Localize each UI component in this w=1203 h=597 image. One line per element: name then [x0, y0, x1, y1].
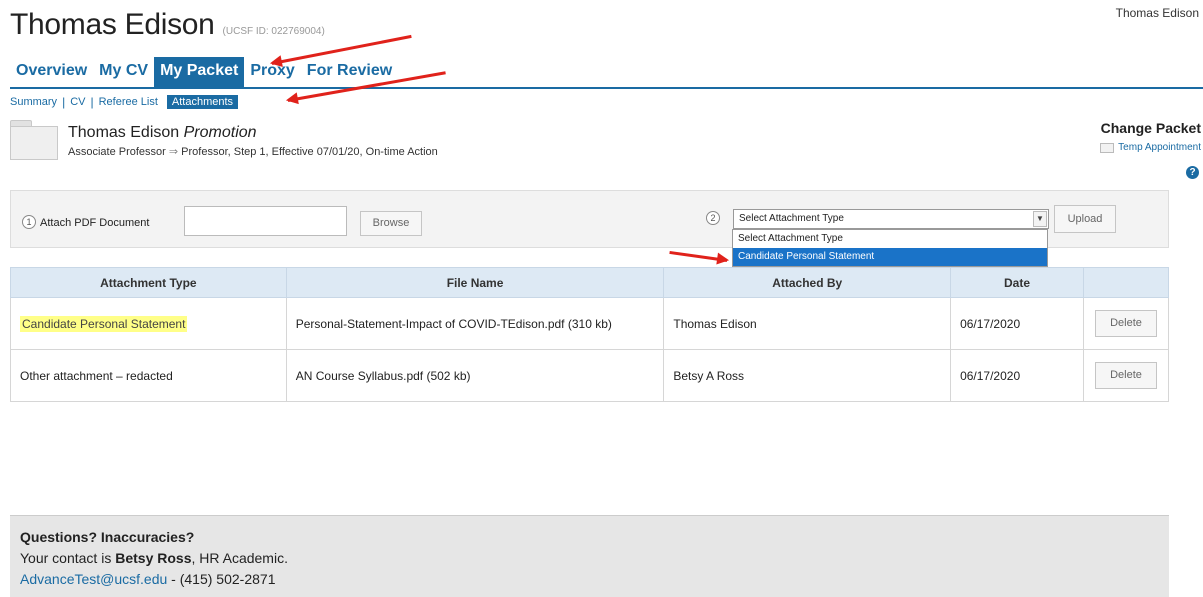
- attachment-type-highlighted: Candidate Personal Statement: [20, 315, 188, 332]
- attachment-type-selected: Select Attachment Type: [739, 213, 844, 224]
- temp-appointment-label: Temp Appointment: [1118, 142, 1201, 153]
- tab-overview[interactable]: Overview: [10, 57, 93, 88]
- file-path-input[interactable]: [184, 206, 347, 236]
- attached-by-cell: Betsy A Ross: [663, 349, 952, 402]
- attached-by-cell: Thomas Edison: [663, 297, 952, 350]
- column-header: Attached By: [663, 267, 952, 298]
- attach-pdf-label: Attach PDF Document: [40, 217, 150, 229]
- annotation-arrow: [669, 250, 728, 262]
- column-header: [1082, 267, 1170, 298]
- right-arrow-icon: ⇒: [168, 146, 179, 158]
- title-row: Thomas Edison (UCSF ID: 022769004): [10, 8, 325, 42]
- contact-phone: - (415) 502-2871: [167, 571, 276, 587]
- tab-my-cv[interactable]: My CV: [93, 57, 154, 88]
- browse-button[interactable]: Browse: [360, 211, 422, 236]
- step-2-indicator: 2: [706, 211, 720, 225]
- tab-divider: [10, 87, 1203, 89]
- dropdown-option-selected[interactable]: Candidate Personal Statement: [733, 248, 1047, 266]
- attachment-type-cell: Other attachment – redacted: [10, 349, 287, 402]
- attachment-type-cell: Candidate Personal Statement: [10, 297, 287, 350]
- subtab-cv[interactable]: CV: [65, 95, 90, 109]
- current-user-name: Thomas Edison: [1115, 6, 1199, 20]
- ucsf-id: (UCSF ID: 022769004): [222, 26, 325, 37]
- packet-info: Thomas Edison Promotion Associate Profes…: [68, 120, 438, 160]
- subtab-referee-list[interactable]: Referee List: [94, 95, 163, 109]
- attachment-type-select[interactable]: Select Attachment Type ▼: [733, 209, 1049, 229]
- table-header-row: Attachment Type File Name Attached By Da…: [10, 267, 1170, 298]
- delete-button[interactable]: Delete: [1094, 362, 1157, 389]
- contact-footer: Questions? Inaccuracies? Your contact is…: [10, 515, 1169, 597]
- contact-suffix: , HR Academic.: [191, 550, 288, 566]
- column-header: Date: [950, 267, 1084, 298]
- help-icon[interactable]: ?: [1186, 166, 1199, 179]
- subtab-attachments[interactable]: Attachments: [166, 95, 239, 109]
- packet-header: Thomas Edison Promotion Associate Profes…: [10, 120, 438, 160]
- footer-heading: Questions? Inaccuracies?: [20, 529, 195, 545]
- packet-to-rank: Professor, Step 1, Effective 07/01/20, O…: [181, 146, 438, 158]
- attachment-type-dropdown: Select Attachment Type Candidate Persona…: [732, 229, 1048, 267]
- contact-prefix: Your contact is: [20, 550, 116, 566]
- sub-tabs: Summary | CV | Referee List Attachments: [10, 95, 239, 109]
- chevron-down-icon[interactable]: ▼: [1033, 211, 1047, 227]
- file-name-link[interactable]: AN Course Syllabus.pdf (502 kb): [285, 349, 665, 402]
- action-cell: Delete: [1082, 349, 1170, 402]
- upload-button[interactable]: Upload: [1054, 205, 1116, 233]
- file-name-link[interactable]: Personal-Statement-Impact of COVID-TEdis…: [285, 297, 665, 350]
- subtab-summary[interactable]: Summary: [10, 95, 62, 109]
- temp-appointment-link[interactable]: Temp Appointment: [1100, 142, 1201, 153]
- step-1-indicator: 1: [22, 215, 36, 229]
- contact-details: AdvanceTest@ucsf.edu - (415) 502-2871: [20, 569, 1169, 590]
- table-row: Other attachment – redacted AN Course Sy…: [10, 349, 1170, 402]
- packet-action: Promotion: [183, 124, 257, 141]
- change-packet: Change Packet Temp Appointment: [1100, 120, 1201, 153]
- contact-line: Your contact is Betsy Ross, HR Academic.: [20, 548, 1169, 569]
- action-cell: Delete: [1082, 297, 1170, 350]
- page-title: Thomas Edison: [10, 8, 215, 41]
- column-header: Attachment Type: [10, 267, 287, 298]
- packet-name: Thomas Edison Promotion: [68, 124, 438, 142]
- folder-icon: [1100, 142, 1115, 153]
- dropdown-option[interactable]: Select Attachment Type: [733, 230, 1047, 248]
- packet-description: Associate Professor ⇒ Professor, Step 1,…: [68, 145, 438, 158]
- contact-email-link[interactable]: AdvanceTest@ucsf.edu: [20, 571, 167, 587]
- tab-my-packet[interactable]: My Packet: [154, 57, 245, 88]
- date-cell: 06/17/2020: [950, 349, 1084, 402]
- date-cell: 06/17/2020: [950, 297, 1084, 350]
- packet-from-rank: Associate Professor: [68, 146, 166, 158]
- folder-icon: [10, 120, 58, 160]
- packet-candidate: Thomas Edison: [68, 124, 180, 141]
- contact-name: Betsy Ross: [115, 550, 192, 566]
- column-header: File Name: [285, 267, 665, 298]
- main-tabs: Overview My CV My Packet Proxy For Revie…: [10, 57, 398, 88]
- attachments-table: Attachment Type File Name Attached By Da…: [10, 267, 1170, 402]
- delete-button[interactable]: Delete: [1094, 310, 1157, 337]
- table-row: Candidate Personal Statement Personal-St…: [10, 297, 1170, 350]
- change-packet-title: Change Packet: [1100, 120, 1201, 136]
